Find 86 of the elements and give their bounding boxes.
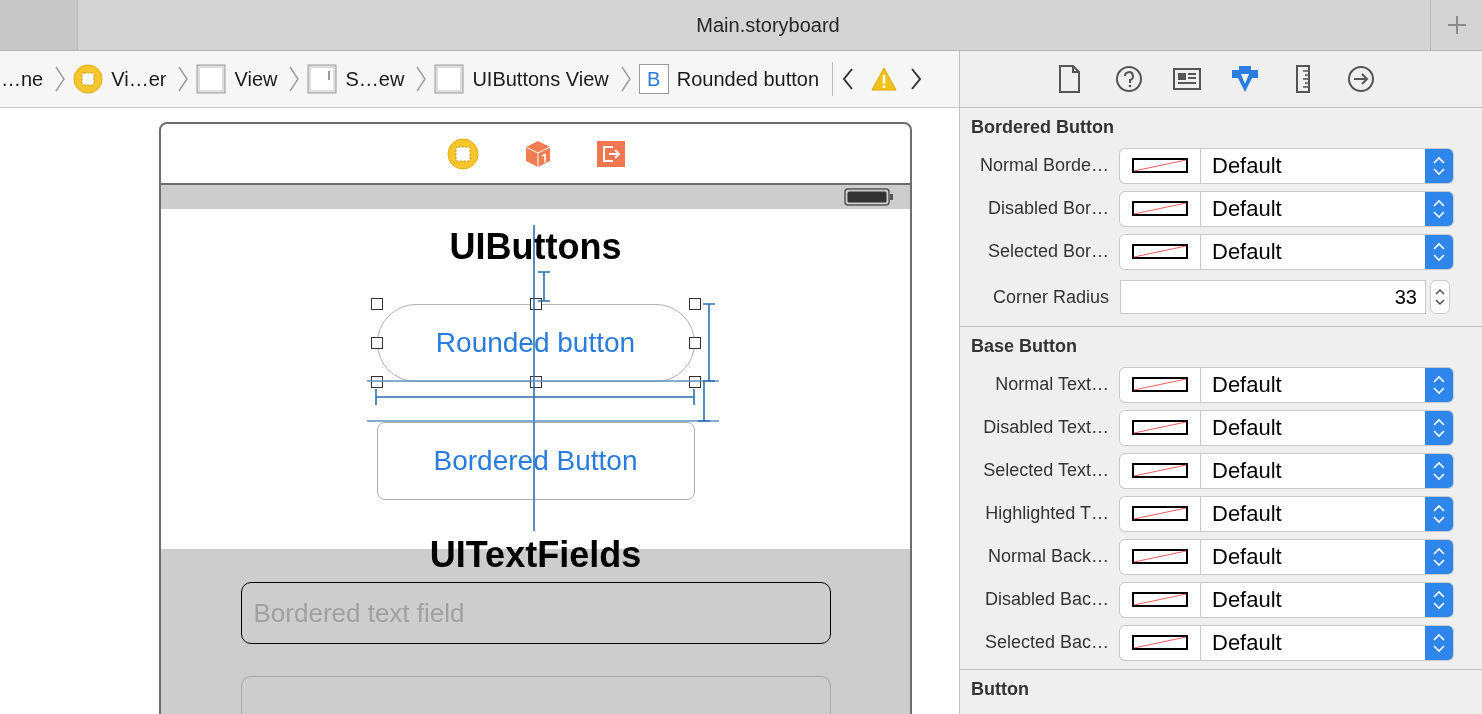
view-controller-icon xyxy=(73,64,104,94)
chevron-icon xyxy=(619,65,632,93)
up-down-icon xyxy=(1431,459,1447,482)
number-field[interactable]: 33 xyxy=(1120,280,1426,314)
no-color-swatch-icon xyxy=(1132,549,1188,564)
color-popup[interactable]: Default xyxy=(1120,191,1453,226)
property-label: Selected Bor… xyxy=(986,240,1110,263)
back-chevron-icon[interactable] xyxy=(841,67,856,91)
battery-icon xyxy=(844,188,894,206)
up-down-icon xyxy=(1434,287,1446,307)
up-down-icon xyxy=(1431,373,1447,396)
color-popup[interactable]: Default xyxy=(1120,410,1453,445)
color-popup[interactable]: Default xyxy=(1120,148,1453,183)
resize-handle[interactable] xyxy=(370,298,383,310)
section-title: Bordered Button xyxy=(970,116,1115,139)
scroll-view-icon xyxy=(307,64,338,94)
color-popup[interactable]: Default xyxy=(1120,582,1453,617)
property-label: Selected Bac… xyxy=(983,631,1110,654)
view-icon xyxy=(434,64,465,94)
up-down-icon xyxy=(1431,197,1447,220)
property-label: Corner Radius xyxy=(991,285,1110,309)
up-down-icon xyxy=(1431,154,1447,177)
property-label: Normal Text… xyxy=(994,373,1110,396)
section-heading: UITextFields xyxy=(429,535,642,575)
section-title: Base Button xyxy=(970,335,1078,358)
breadcrumb-label[interactable]: Vi…er xyxy=(111,64,167,94)
property-label: Normal Back… xyxy=(986,545,1110,568)
stepper[interactable] xyxy=(1430,280,1450,314)
plus-icon xyxy=(1446,15,1467,35)
view-icon xyxy=(196,64,227,94)
exit-icon[interactable] xyxy=(596,140,625,167)
popup-value: Default xyxy=(1211,543,1283,571)
section-title: Button xyxy=(970,678,1030,701)
breadcrumb-item[interactable]: …ne xyxy=(0,64,45,94)
property-label: Normal Borde… xyxy=(978,154,1110,177)
popup-value: Default xyxy=(1211,586,1283,614)
breadcrumb-label[interactable]: Rounded button xyxy=(676,64,820,94)
breadcrumb-label[interactable]: S…ew xyxy=(345,64,405,94)
up-down-icon xyxy=(1431,240,1447,263)
resize-handle[interactable] xyxy=(370,337,383,349)
resize-handle[interactable] xyxy=(688,298,701,310)
chevron-icon xyxy=(415,65,428,93)
popup-value: Default xyxy=(1211,195,1283,223)
color-popup[interactable]: Default xyxy=(1120,234,1453,269)
no-color-swatch-icon xyxy=(1132,506,1188,521)
no-color-swatch-icon xyxy=(1132,420,1188,435)
property-label: Disabled Text… xyxy=(982,416,1110,439)
window-title: Main.storyboard xyxy=(695,13,840,38)
button-badge-icon: B xyxy=(638,64,669,94)
no-color-swatch-icon xyxy=(1132,244,1188,259)
chevron-icon xyxy=(177,65,190,93)
popup-value: Default xyxy=(1211,629,1283,657)
property-label: Highlighted T… xyxy=(984,502,1110,525)
up-down-icon xyxy=(1431,502,1447,525)
shield-icon[interactable] xyxy=(1230,64,1260,94)
popup-value: Default xyxy=(1211,238,1283,266)
up-down-icon xyxy=(1431,631,1447,654)
popup-value: Default xyxy=(1211,371,1283,399)
popup-value: Default xyxy=(1211,414,1283,442)
color-popup[interactable]: Default xyxy=(1120,539,1453,574)
up-down-icon xyxy=(1431,416,1447,439)
property-label: Disabled Bor… xyxy=(986,197,1110,220)
up-down-icon xyxy=(1431,588,1447,611)
property-label: Disabled Bac… xyxy=(983,588,1110,611)
no-color-swatch-icon xyxy=(1132,463,1188,478)
arrow-circle-icon[interactable] xyxy=(1346,64,1376,94)
popup-value: Default xyxy=(1211,152,1283,180)
popup-value: Default xyxy=(1211,500,1283,528)
color-popup[interactable]: Default xyxy=(1120,625,1453,660)
no-color-swatch-icon xyxy=(1132,592,1188,607)
no-color-swatch-icon xyxy=(1132,377,1188,392)
help-icon[interactable] xyxy=(1114,64,1144,94)
up-down-icon xyxy=(1431,545,1447,568)
chevron-icon xyxy=(54,65,67,93)
no-color-swatch-icon xyxy=(1132,158,1188,173)
chevron-icon xyxy=(288,65,301,93)
property-label: Selected Text… xyxy=(982,459,1110,482)
no-color-swatch-icon xyxy=(1132,201,1188,216)
breadcrumb-label[interactable]: UIButtons View xyxy=(472,64,609,94)
color-popup[interactable]: Default xyxy=(1120,367,1453,402)
forward-chevron-icon[interactable] xyxy=(909,67,924,91)
color-popup[interactable]: Default xyxy=(1120,496,1453,531)
breadcrumb-label[interactable]: View xyxy=(234,64,278,94)
no-color-swatch-icon xyxy=(1132,635,1188,650)
popup-value: Default xyxy=(1211,457,1283,485)
color-popup[interactable]: Default xyxy=(1120,453,1453,488)
